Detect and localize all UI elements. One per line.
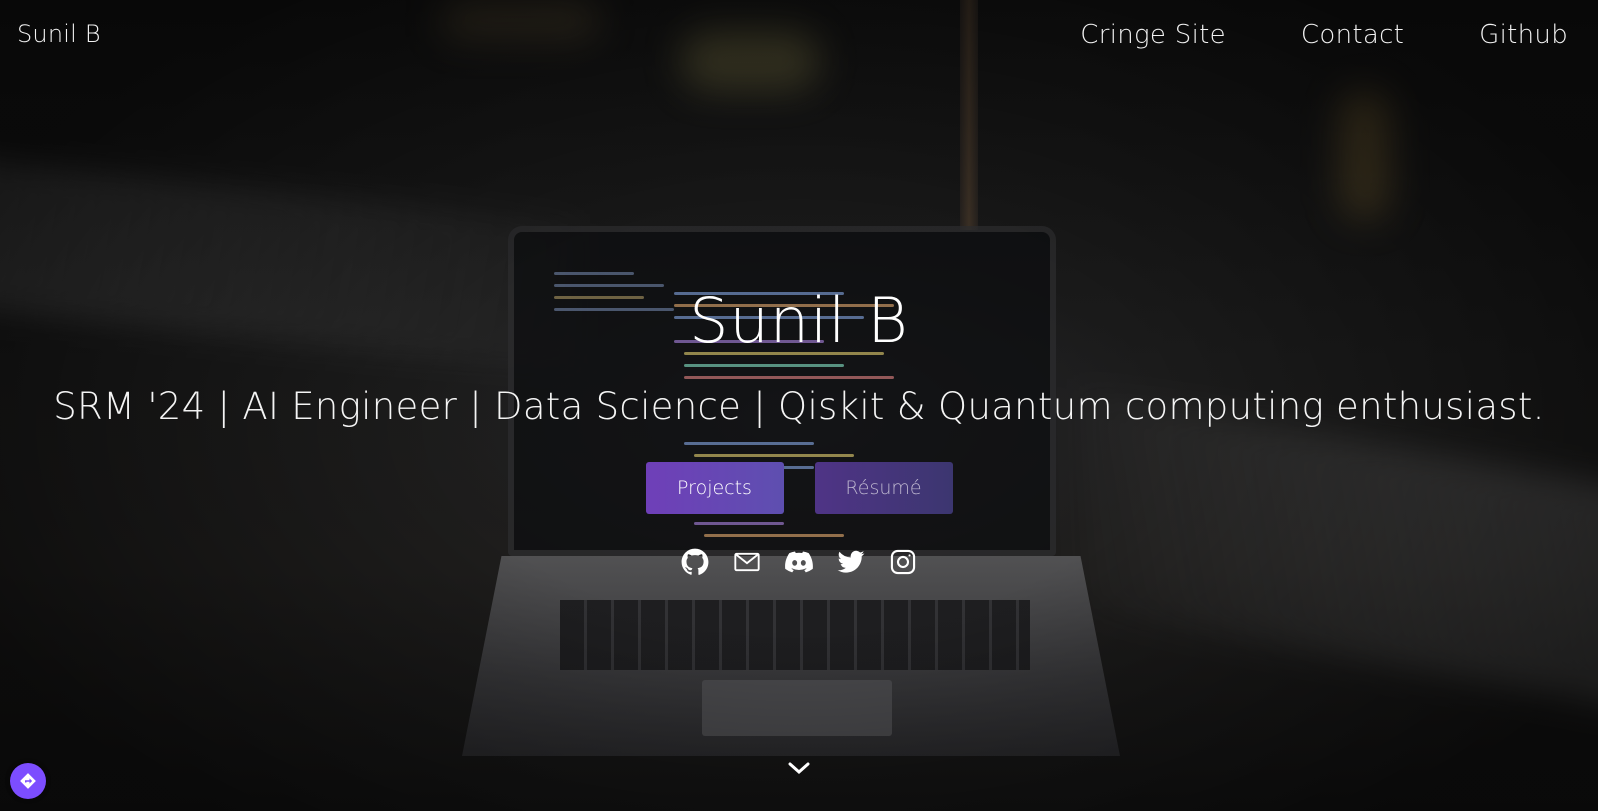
directions-icon [20, 773, 36, 789]
hero-title: Sunil B [689, 284, 909, 357]
hero-buttons: Projects Résumé [0, 462, 1598, 514]
social-links [0, 548, 1598, 576]
hero-section: Sunil B Cringe Site Contact Github Sunil… [0, 0, 1598, 811]
github-icon[interactable] [681, 548, 709, 576]
brand-link[interactable]: Sunil B [17, 20, 101, 48]
top-nav: Cringe Site Contact Github [1080, 20, 1568, 50]
nav-link-cringe-site[interactable]: Cringe Site [1080, 20, 1226, 50]
mail-icon[interactable] [733, 548, 761, 576]
nav-link-contact[interactable]: Contact [1301, 20, 1404, 50]
floating-action-button[interactable] [10, 763, 46, 799]
instagram-icon[interactable] [889, 548, 917, 576]
discord-icon[interactable] [785, 548, 813, 576]
projects-button[interactable]: Projects [645, 462, 784, 514]
twitter-icon[interactable] [837, 548, 865, 576]
nav-link-github[interactable]: Github [1479, 20, 1568, 50]
hero-subtitle: SRM '24 | AI Engineer | Data Science | Q… [53, 385, 1545, 428]
resume-button[interactable]: Résumé [814, 462, 953, 514]
chevron-down-icon[interactable] [786, 758, 812, 778]
